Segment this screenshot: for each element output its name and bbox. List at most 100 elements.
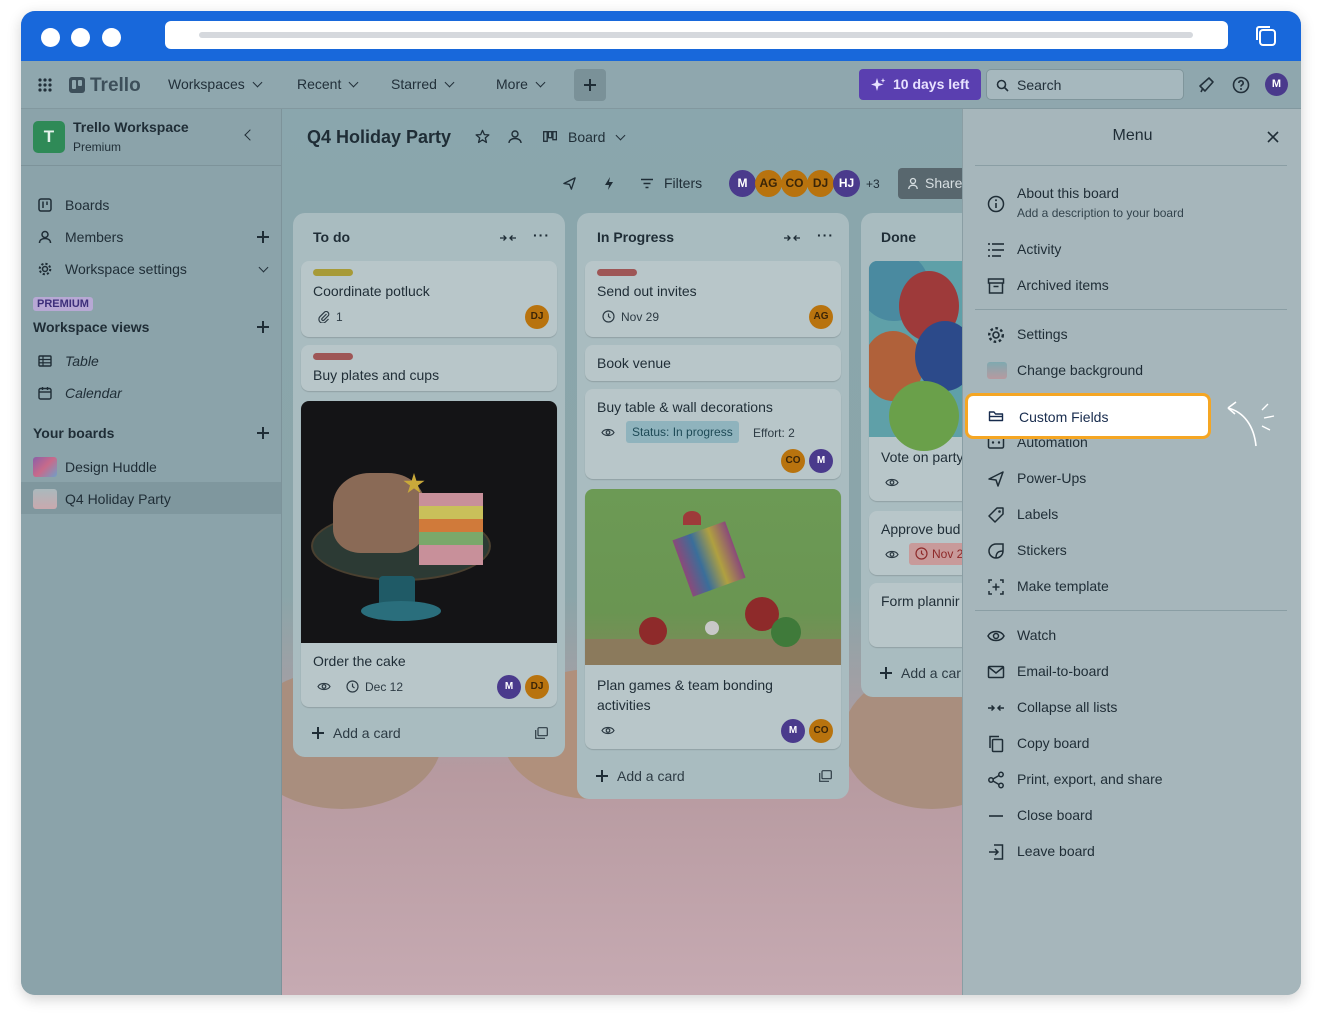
divider [975,610,1287,611]
card-member-avatar[interactable]: CO [809,719,833,743]
list-menu-icon[interactable]: ··· [533,227,550,243]
list-title[interactable]: To do [313,229,350,245]
sidebar-board-q4-holiday-party[interactable]: Q4 Holiday Party [65,491,171,507]
card-member-avatar[interactable]: DJ [525,305,549,329]
sidebar-item-boards[interactable]: Boards [65,197,109,213]
menu-item-watch[interactable]: Watch [1017,627,1056,643]
member-avatar[interactable]: M [729,170,756,197]
workspace-views-heading: Workspace views [33,319,150,335]
card-order-cake[interactable]: Order the cake Dec 12 M DJ [301,401,557,707]
star-icon[interactable] [475,129,490,144]
card-book-venue[interactable]: Book venue [585,345,841,381]
label-red [597,269,637,276]
nav-starred[interactable]: Starred [391,76,455,92]
address-bar[interactable] [165,21,1228,49]
list-title[interactable]: Done [881,229,916,245]
card-coordinate-potluck[interactable]: Coordinate potluck 1 DJ [301,261,557,337]
close-icon[interactable] [1267,131,1279,143]
menu-item-stickers[interactable]: Stickers [1017,542,1067,558]
window-maximize-dot[interactable] [102,28,121,47]
collapse-list-icon[interactable] [499,233,517,243]
card-plan-games[interactable]: Plan games & team bonding activities M C… [585,489,841,749]
card-member-avatar[interactable]: M [781,719,805,743]
workspace-logo[interactable]: T [33,121,65,153]
add-view-icon[interactable] [257,321,269,333]
brand-name[interactable]: Trello [90,75,141,97]
sidebar-board-design-huddle[interactable]: Design Huddle [65,459,157,475]
menu-item-change-background[interactable]: Change background [1017,362,1143,378]
megaphone-icon[interactable] [1197,76,1215,94]
chevron-down-icon[interactable] [258,262,269,273]
member-avatar[interactable]: CO [781,170,808,197]
add-card-button[interactable]: Add a card [333,725,401,741]
visibility-icon[interactable] [507,129,523,144]
window-close-dot[interactable] [41,28,60,47]
card-title: Approve bud [881,521,961,537]
copy-window-icon[interactable] [1253,23,1279,49]
menu-item-settings[interactable]: Settings [1017,326,1068,342]
list-to-do: To do ··· Coordinate potluck 1 DJ Buy pl… [293,213,565,757]
nav-recent[interactable]: Recent [297,76,359,92]
add-card-button[interactable]: Add a card [617,768,685,784]
trial-button[interactable]: 10 days left [859,69,981,100]
sidebar-item-table[interactable]: Table [65,353,99,369]
board-title[interactable]: Q4 Holiday Party [307,127,451,148]
collapse-sidebar-icon[interactable] [244,129,256,141]
sidebar-item-members[interactable]: Members [65,229,123,245]
menu-item-email-to-board[interactable]: Email-to-board [1017,663,1109,679]
template-icon[interactable] [535,727,548,739]
card-form-planning[interactable]: Form plannir [869,583,962,647]
menu-item-labels[interactable]: Labels [1017,506,1058,522]
card-member-avatar[interactable]: M [809,449,833,473]
member-avatar[interactable]: HJ [833,170,860,197]
menu-item-collapse-lists[interactable]: Collapse all lists [1017,699,1117,715]
trello-logo-icon[interactable] [69,77,85,93]
add-board-icon[interactable] [257,427,269,439]
nav-more[interactable]: More [496,76,546,92]
board-view-switcher[interactable]: Board [568,129,626,145]
collapse-list-icon[interactable] [783,233,801,243]
card-table-decorations[interactable]: Buy table & wall decorations Status: In … [585,389,841,479]
window-minimize-dot[interactable] [71,28,90,47]
menu-item-archived[interactable]: Archived items [1017,277,1109,293]
nav-recent-label: Recent [297,76,342,92]
create-button[interactable] [574,69,606,101]
card-vote-on-party[interactable]: Vote on party [869,261,962,501]
menu-item-make-template[interactable]: Make template [1017,578,1109,594]
card-approve-budget[interactable]: Approve bud Nov 2 [869,511,962,575]
menu-item-print-export-share[interactable]: Print, export, and share [1017,771,1163,787]
card-member-avatar[interactable]: DJ [525,675,549,699]
filters-button[interactable]: Filters [664,175,702,191]
power-ups-icon[interactable] [562,176,577,191]
app-switcher-icon[interactable] [38,78,52,92]
list-title[interactable]: In Progress [597,229,674,245]
help-icon[interactable] [1232,76,1250,94]
sidebar-item-calendar[interactable]: Calendar [65,385,122,401]
card-member-avatar[interactable]: M [497,675,521,699]
list-menu-icon[interactable]: ··· [817,227,834,243]
menu-item-activity[interactable]: Activity [1017,241,1061,257]
share-button[interactable]: Share [898,168,962,199]
member-avatar[interactable]: DJ [807,170,834,197]
menu-item-copy-board[interactable]: Copy board [1017,735,1089,751]
card-buy-plates[interactable]: Buy plates and cups [301,345,557,391]
workspace-name[interactable]: Trello Workspace [73,119,189,135]
card-member-avatar[interactable]: AG [809,305,833,329]
member-avatar[interactable]: AG [755,170,782,197]
card-send-invites[interactable]: Send out invites Nov 29 AG [585,261,841,337]
menu-item-power-ups[interactable]: Power-Ups [1017,470,1086,486]
menu-item-close-board[interactable]: Close board [1017,807,1093,823]
template-icon[interactable] [819,770,832,782]
nav-workspaces[interactable]: Workspaces [168,76,263,92]
menu-item-custom-fields[interactable]: Custom Fields [965,393,1211,439]
member-overflow-count[interactable]: +3 [866,177,880,191]
menu-item-leave-board[interactable]: Leave board [1017,843,1095,859]
sidebar-item-workspace-settings[interactable]: Workspace settings [65,261,187,277]
add-card-button[interactable]: Add a car [901,665,961,681]
automation-icon[interactable] [603,176,615,191]
user-avatar[interactable]: M [1265,73,1288,96]
search-input[interactable]: Search [986,69,1184,100]
card-member-avatar[interactable]: CO [781,449,805,473]
menu-item-about[interactable]: About this board [1017,185,1119,201]
add-member-icon[interactable] [257,231,269,243]
